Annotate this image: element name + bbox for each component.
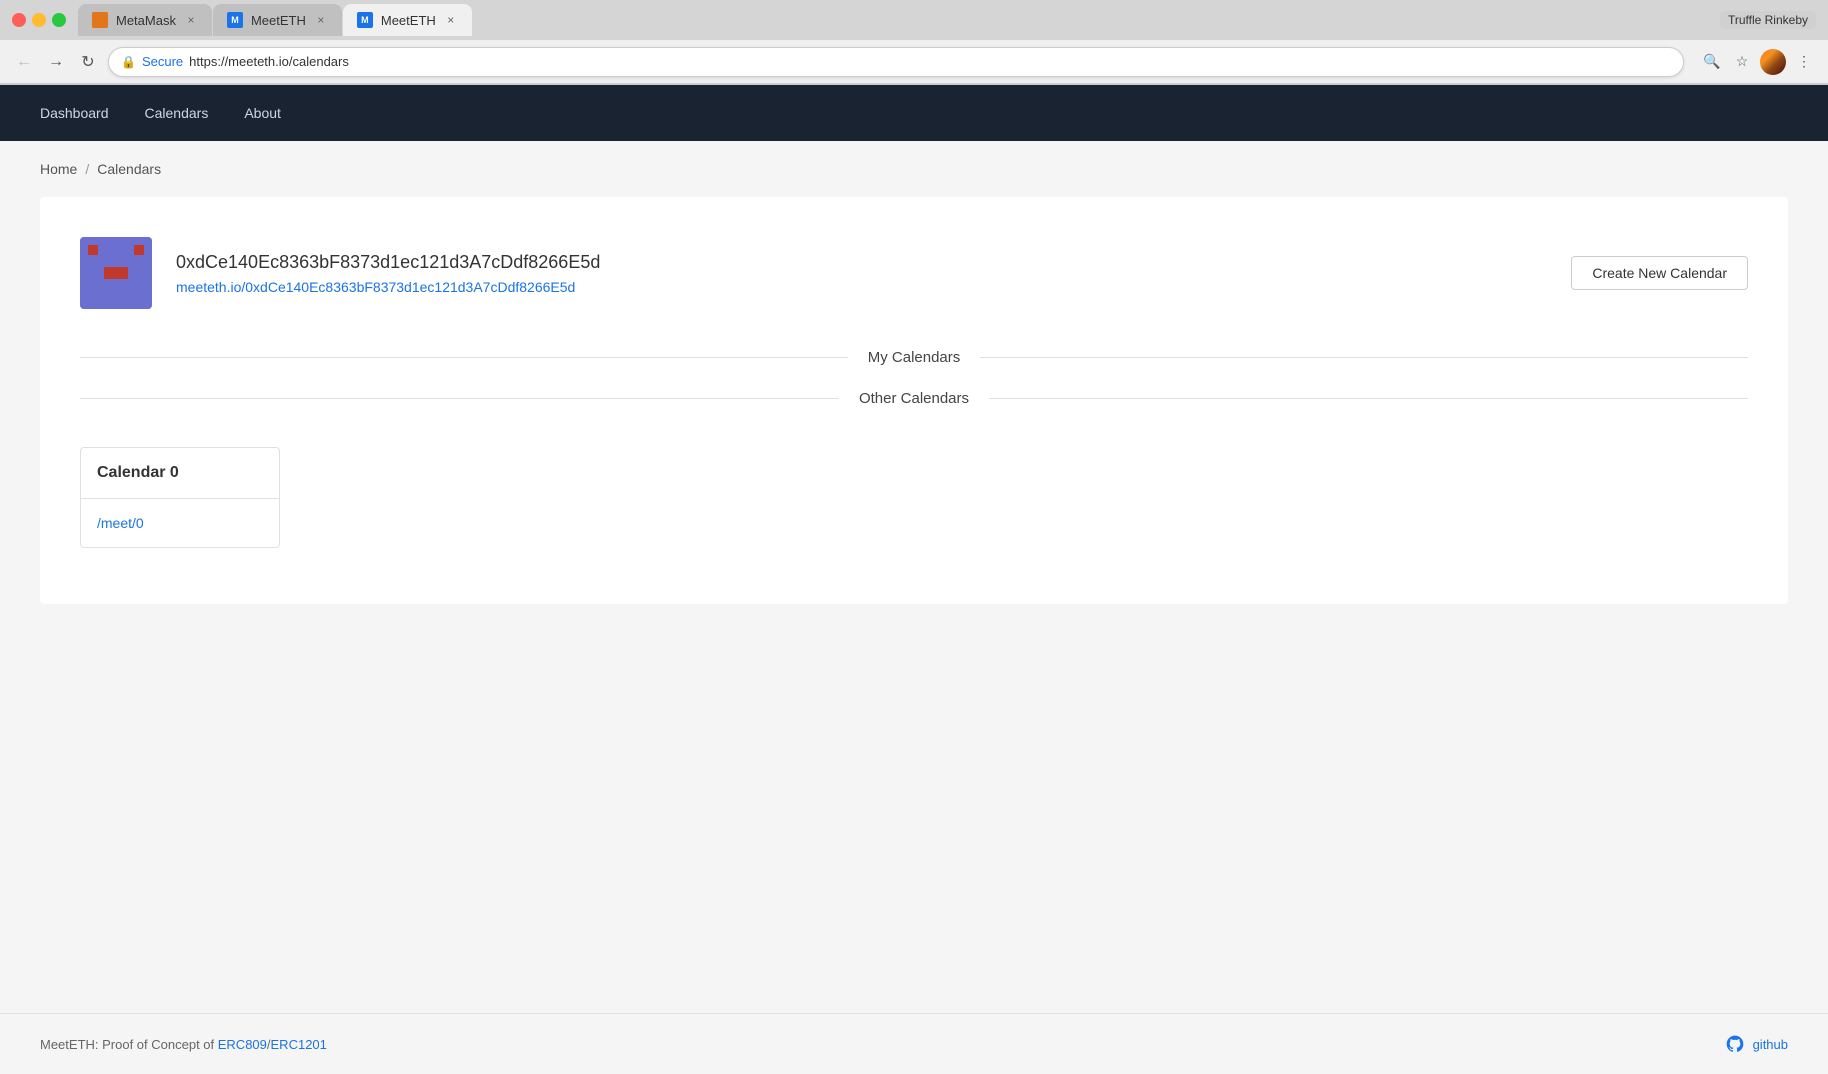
calendar-card-0[interactable]: Calendar 0 /meet/0 <box>80 447 280 548</box>
bookmark-icon[interactable]: ☆ <box>1730 50 1754 74</box>
user-section: 0xdCe140Ec8363bF8373d1ec121d3A7cDdf8266E… <box>80 237 1748 309</box>
github-icon <box>1725 1034 1745 1054</box>
calendar-name-0: Calendar 0 <box>81 448 279 499</box>
metamask-icon <box>92 12 108 28</box>
profile-avatar-button[interactable] <box>1760 49 1786 75</box>
footer-erc809-link[interactable]: ERC809 <box>218 1037 267 1052</box>
user-address: 0xdCe140Ec8363bF8373d1ec121d3A7cDdf8266E… <box>176 252 1547 273</box>
url-bar[interactable]: 🔒 Secure https://meeteth.io/calendars <box>108 47 1684 77</box>
search-icon[interactable]: 🔍 <box>1700 50 1724 74</box>
tab-meeteth2-close[interactable]: × <box>444 13 458 27</box>
footer-text: MeetETH: Proof of Concept of ERC809/ERC1… <box>40 1037 327 1052</box>
back-button[interactable]: ← <box>12 50 36 74</box>
my-calendars-label: My Calendars <box>868 349 961 366</box>
create-new-calendar-button[interactable]: Create New Calendar <box>1571 256 1748 290</box>
minimize-traffic-light[interactable] <box>32 13 46 27</box>
close-traffic-light[interactable] <box>12 13 26 27</box>
calendars-grid: Calendar 0 /meet/0 <box>80 431 1748 564</box>
other-calendars-label: Other Calendars <box>859 390 969 407</box>
truffle-area: Truffle Rinkeby <box>1720 11 1828 29</box>
truffle-badge: Truffle Rinkeby <box>1720 11 1816 29</box>
profile-avatar-image <box>1760 49 1786 75</box>
calendar-url-0[interactable]: /meet/0 <box>81 499 279 547</box>
footer-right: github <box>1725 1034 1788 1054</box>
breadcrumb-current: Calendars <box>97 161 161 177</box>
tab-meeteth1-label: MeetETH <box>251 13 306 28</box>
nav-calendars[interactable]: Calendars <box>145 105 209 121</box>
tab-meeteth1[interactable]: M MeetETH × <box>213 4 342 36</box>
nav-dashboard[interactable]: Dashboard <box>40 105 109 121</box>
user-avatar <box>80 237 152 309</box>
url-text: https://meeteth.io/calendars <box>189 54 349 69</box>
my-calendars-right-line <box>980 357 1748 358</box>
tab-bar: MetaMask × M MeetETH × M MeetETH × Truff… <box>0 0 1828 40</box>
avatar-svg <box>80 237 152 309</box>
my-calendars-section: My Calendars <box>80 349 1748 366</box>
github-link[interactable]: github <box>1753 1037 1788 1052</box>
lock-icon: 🔒 <box>121 55 136 69</box>
tab-meeteth2[interactable]: M MeetETH × <box>343 4 472 36</box>
tab-meeteth1-close[interactable]: × <box>314 13 328 27</box>
breadcrumb-home[interactable]: Home <box>40 161 77 177</box>
user-profile-link[interactable]: meeteth.io/0xdCe140Ec8363bF8373d1ec121d3… <box>176 279 575 295</box>
my-calendars-left-line <box>80 357 848 358</box>
more-options-icon[interactable]: ⋮ <box>1792 50 1816 74</box>
breadcrumb-separator: / <box>85 161 89 177</box>
tab-metamask-label: MetaMask <box>116 13 176 28</box>
footer-text-prefix: MeetETH: Proof of Concept of <box>40 1037 218 1052</box>
tabs-container: MetaMask × M MeetETH × M MeetETH × <box>78 4 1720 36</box>
reload-button[interactable]: ↻ <box>76 50 100 74</box>
browser-toolbar-icons: 🔍 ☆ ⋮ <box>1700 49 1816 75</box>
address-bar: ← → ↻ 🔒 Secure https://meeteth.io/calend… <box>0 40 1828 84</box>
browser-chrome: MetaMask × M MeetETH × M MeetETH × Truff… <box>0 0 1828 85</box>
page-content: Home / Calendars 0xdCe140Ec8363bF8373d1e… <box>0 141 1828 1013</box>
user-info: 0xdCe140Ec8363bF8373d1ec121d3A7cDdf8266E… <box>176 252 1547 295</box>
app-nav: Dashboard Calendars About <box>0 85 1828 141</box>
meeteth2-icon: M <box>357 12 373 28</box>
meeteth1-icon: M <box>227 12 243 28</box>
other-calendars-section: Other Calendars <box>80 390 1748 407</box>
other-calendars-left-line <box>80 398 839 399</box>
footer-erc1201-link[interactable]: ERC1201 <box>271 1037 327 1052</box>
tab-meeteth2-label: MeetETH <box>381 13 436 28</box>
main-card: 0xdCe140Ec8363bF8373d1ec121d3A7cDdf8266E… <box>40 197 1788 604</box>
nav-about[interactable]: About <box>244 105 281 121</box>
other-calendars-right-line <box>989 398 1748 399</box>
tab-metamask-close[interactable]: × <box>184 13 198 27</box>
forward-button[interactable]: → <box>44 50 68 74</box>
secure-label: Secure <box>142 54 183 69</box>
breadcrumb: Home / Calendars <box>40 161 1788 177</box>
maximize-traffic-light[interactable] <box>52 13 66 27</box>
tab-metamask[interactable]: MetaMask × <box>78 4 212 36</box>
footer: MeetETH: Proof of Concept of ERC809/ERC1… <box>0 1013 1828 1074</box>
